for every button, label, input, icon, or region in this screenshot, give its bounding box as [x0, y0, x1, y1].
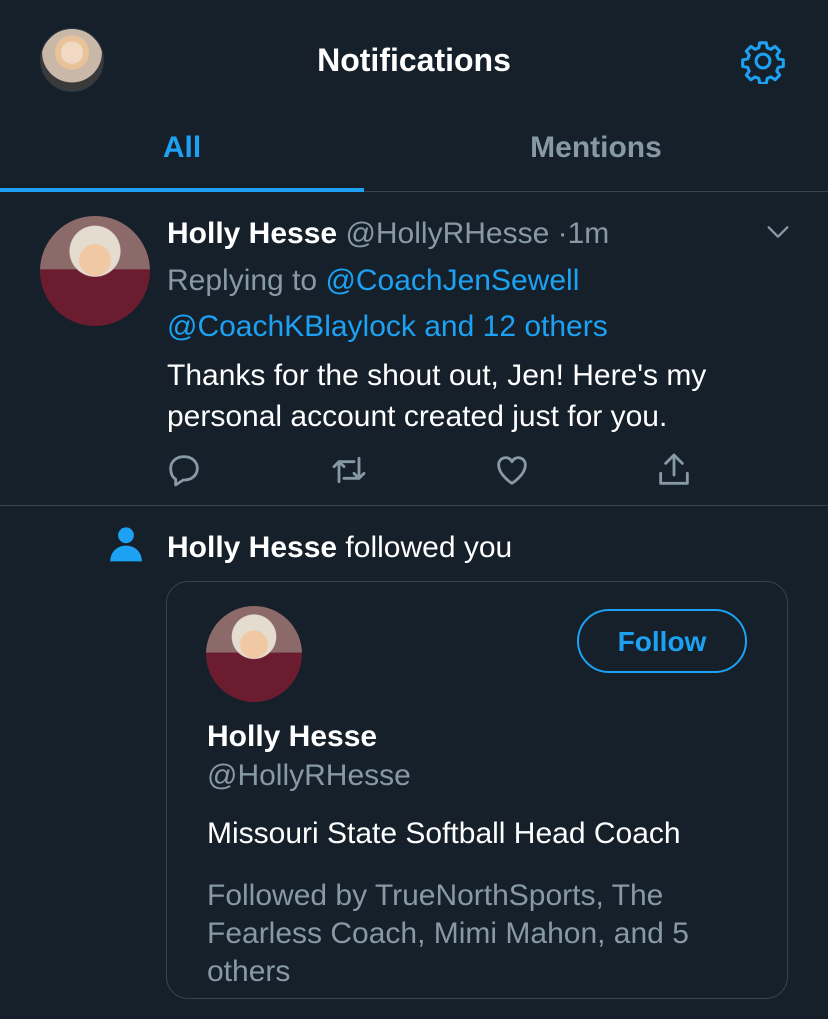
retweet-icon[interactable]	[329, 450, 369, 490]
follower-name[interactable]: Holly Hesse	[167, 531, 337, 564]
follow-notification-text: Holly Hesse followed you	[167, 528, 512, 568]
user-card-avatar[interactable]	[206, 606, 302, 702]
top-bar: Notifications	[0, 0, 828, 120]
person-icon	[110, 527, 142, 562]
user-card-name[interactable]: Holly Hesse	[207, 717, 377, 757]
tweet-author-avatar[interactable]	[40, 216, 150, 326]
reply-mention-link[interactable]: @CoachJenSewell	[325, 264, 579, 297]
tweet-author-name[interactable]: Holly Hesse	[167, 217, 337, 250]
replying-to: Replying to @CoachJenSewell @CoachKBlayl…	[167, 258, 787, 350]
notification-tabs: All Mentions	[0, 120, 828, 192]
followed-by-text: Followed by TrueNorthSports, The Fearles…	[207, 879, 689, 988]
chevron-down-icon[interactable]	[764, 218, 792, 246]
tweet-notification[interactable]: Holly Hesse @HollyRHesse ·1m Replying to…	[0, 192, 828, 506]
user-card[interactable]: Follow Holly Hesse @HollyRHesse Missouri…	[166, 581, 788, 999]
tweet-actions	[164, 450, 704, 490]
page-title: Notifications	[317, 42, 511, 78]
followed-you-text: followed you	[337, 531, 513, 564]
tab-mentions[interactable]: Mentions	[414, 120, 778, 192]
reply-others-link[interactable]: and 12 others	[424, 310, 607, 343]
tweet-time: 1m	[567, 217, 610, 250]
tweet-header: Holly Hesse @HollyRHesse ·1m	[167, 214, 609, 254]
reply-icon[interactable]	[164, 450, 204, 490]
like-icon[interactable]	[492, 450, 532, 490]
follow-notification[interactable]: Holly Hesse followed you Follow Holly He…	[0, 506, 828, 1019]
follow-button[interactable]: Follow	[577, 609, 747, 673]
reply-mention-link-2[interactable]: @CoachKBlaylock	[167, 310, 416, 343]
user-card-handle: @HollyRHesse	[207, 759, 411, 792]
tweet-author-handle[interactable]: @HollyRHesse	[345, 217, 549, 250]
tweet-separator: ·	[557, 217, 568, 250]
tweet-text: Thanks for the shout out, Jen! Here's my…	[167, 359, 707, 433]
replying-prefix: Replying to	[167, 264, 318, 297]
tab-all[interactable]: All	[0, 120, 364, 192]
share-icon[interactable]	[654, 450, 694, 490]
gear-icon[interactable]	[740, 38, 786, 84]
user-card-bio: Missouri State Softball Head Coach	[207, 817, 681, 850]
